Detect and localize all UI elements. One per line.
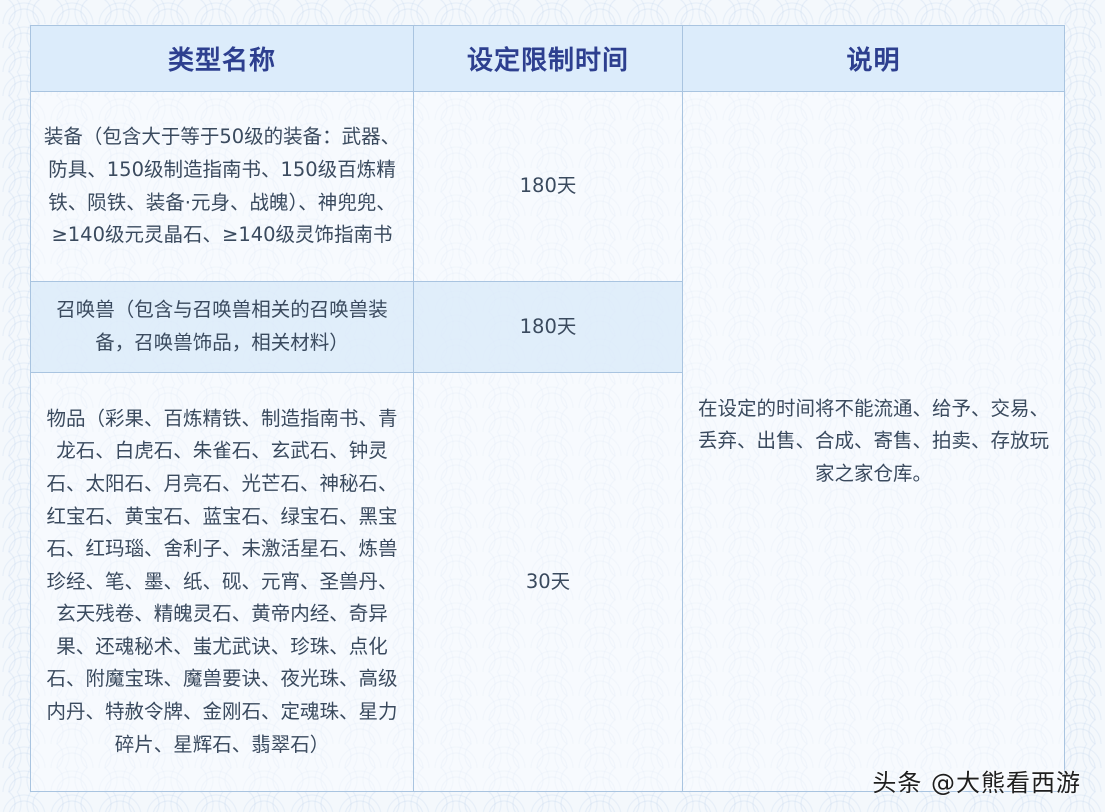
restriction-table: 类型名称 设定限制时间 说明 装备（包含大于等于50级的装备：武器、防具、150… (30, 25, 1065, 792)
cell-type-equipment: 装备（包含大于等于50级的装备：武器、防具、150级制造指南书、150级百炼精铁… (30, 91, 414, 282)
header-limit-time: 设定限制时间 (413, 25, 683, 92)
cell-time-items: 30天 (413, 372, 683, 792)
cell-time-equipment: 180天 (413, 91, 683, 282)
page: { "table": { "headers": ["类型名称", "设定限制时间… (0, 0, 1105, 812)
cell-time-summon-beast: 180天 (413, 281, 683, 373)
header-row: 类型名称 设定限制时间 说明 (30, 25, 1065, 92)
cell-type-summon-beast: 召唤兽（包含与召唤兽相关的召唤兽装备，召唤兽饰品，相关材料） (30, 281, 414, 373)
cell-type-items: 物品（彩果、百炼精铁、制造指南书、青龙石、白虎石、朱雀石、玄武石、钟灵石、太阳石… (30, 372, 414, 792)
table-row-equipment: 装备（包含大于等于50级的装备：武器、防具、150级制造指南书、150级百炼精铁… (30, 91, 1065, 792)
header-description: 说明 (682, 25, 1065, 92)
header-type-name: 类型名称 (30, 25, 414, 92)
cell-description: 在设定的时间将不能流通、给予、交易、丢弃、出售、合成、寄售、拍卖、存放玩家之家仓… (682, 91, 1065, 792)
watermark: 头条 @大熊看西游 (872, 769, 1081, 797)
